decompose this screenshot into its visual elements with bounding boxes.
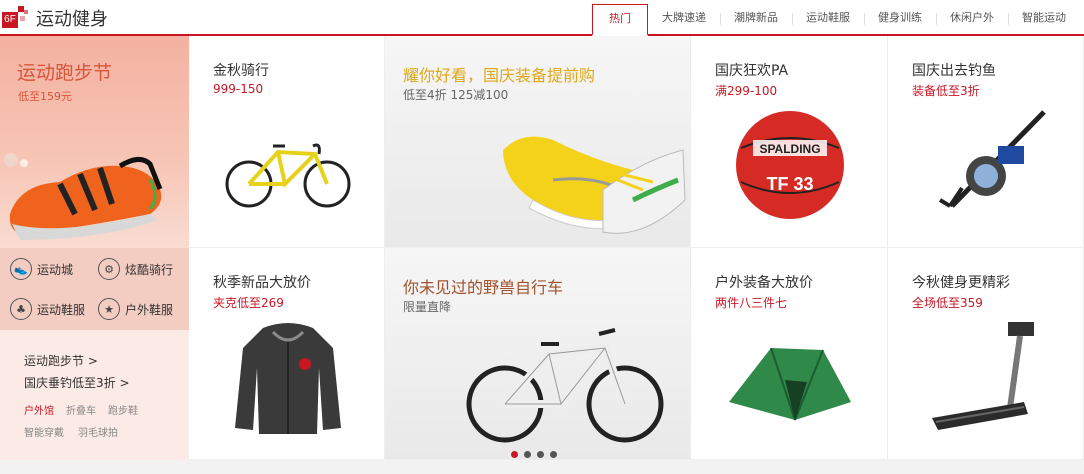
mountain-bike-image xyxy=(466,328,664,443)
category-label: 炫酷骑行 xyxy=(125,262,174,277)
floor-number: 6F xyxy=(2,12,18,28)
ball-brand: SPALDING xyxy=(759,142,820,156)
tent-image xyxy=(729,347,851,421)
keyword-folding-bike[interactable]: 折叠车 xyxy=(66,402,96,417)
floor-title: 运动健身 xyxy=(36,9,108,30)
product-cell-fishing[interactable]: 国庆出去钓鱼 装备低至3折 xyxy=(888,36,1084,248)
shirt-icon: ♣ xyxy=(10,298,32,320)
banner-subtitle: 低至159元 xyxy=(18,90,72,103)
product-cell-outdoor-gear[interactable]: 户外装备大放价 两件八三件七 xyxy=(691,248,888,460)
section-bottom-bar xyxy=(0,460,1084,474)
cell-subtitle: 低至4折 125减100 xyxy=(403,88,509,102)
banner-title: 运动跑步节 xyxy=(17,62,113,84)
category-sports-city[interactable]: 👟 运动城 xyxy=(10,258,73,280)
keyword-smart-wearable[interactable]: 智能穿戴 xyxy=(24,424,64,439)
treadmill-image xyxy=(932,322,1034,430)
tab-big-brands[interactable]: 大牌速递 xyxy=(648,4,720,34)
promo-running-festival[interactable]: 运动跑步节 > xyxy=(24,352,98,369)
hiker-icon: ★ xyxy=(98,298,120,320)
tab-sport-shoes-clothing[interactable]: 运动鞋服 xyxy=(792,4,864,34)
promo-links: 运动跑步节 > 国庆垂钓低至3折 > 户外馆 折叠车 跑步鞋 智能穿戴 羽毛球拍 xyxy=(0,330,189,460)
keyword-outdoor-hall[interactable]: 户外馆 xyxy=(24,402,54,417)
product-cell-basketball[interactable]: 国庆狂欢PA 满299-100 SPALDING TF 33 xyxy=(691,36,888,248)
cell-subtitle: 全场低至359 xyxy=(912,296,983,310)
cell-subtitle: 限量直降 xyxy=(403,300,452,314)
cell-title: 户外装备大放价 xyxy=(715,275,813,291)
tab-fitness-training[interactable]: 健身训练 xyxy=(864,4,936,34)
keyword-running-shoes[interactable]: 跑步鞋 xyxy=(108,402,138,417)
cell-title: 金秋骑行 xyxy=(213,63,269,79)
category-sports-apparel[interactable]: ♣ 运动鞋服 xyxy=(10,298,85,320)
tab-trendy-new[interactable]: 潮牌新品 xyxy=(720,4,792,34)
floor-logo: 6F xyxy=(2,6,30,28)
cell-title: 你未见过的野兽自行车 xyxy=(403,278,564,297)
basketball-image: SPALDING TF 33 xyxy=(736,111,844,219)
category-label: 运动城 xyxy=(37,262,74,277)
cell-subtitle: 夹克低至269 xyxy=(213,296,284,310)
carousel-dots[interactable] xyxy=(511,443,563,459)
product-cell-jacket[interactable]: 秋季新品大放价 夹克低至269 xyxy=(189,248,385,460)
cell-subtitle: 装备低至3折 xyxy=(912,84,980,98)
tab-hot[interactable]: 热门 xyxy=(592,4,648,36)
running-festival-banner[interactable]: 运动跑步节 低至159元 xyxy=(0,36,189,248)
cell-subtitle: 两件八三件七 xyxy=(715,296,788,310)
category-links: 👟 运动城 ⚙ 炫酷骑行 ♣ 运动鞋服 ★ 户外鞋服 xyxy=(0,248,189,330)
product-cell-treadmill[interactable]: 今秋健身更精彩 全场低至359 xyxy=(888,248,1084,460)
cell-title: 今秋健身更精彩 xyxy=(912,275,1010,291)
promo-fishing[interactable]: 国庆垂钓低至3折 > xyxy=(24,374,130,391)
category-label: 运动鞋服 xyxy=(37,302,86,317)
cell-subtitle: 999-150 xyxy=(213,82,264,96)
product-cell-national-day-gear[interactable]: 耀你好看，国庆装备提前购 低至4折 125减100 xyxy=(385,36,691,248)
left-column: 运动跑步节 低至159元 👟 运动城 ⚙ 炫酷骑行 ♣ 运动鞋服 ★ 户外鞋服 … xyxy=(0,36,189,460)
jacket-image xyxy=(235,323,341,434)
bike-icon: ⚙ xyxy=(98,258,120,280)
floor-header: 6F 运动健身 热门 大牌速递 潮牌新品 运动鞋服 健身训练 休闲户外 智能运动 xyxy=(0,0,1084,36)
cell-title: 国庆狂欢PA xyxy=(715,63,789,79)
sneakers-image xyxy=(503,136,686,234)
cell-title: 国庆出去钓鱼 xyxy=(912,63,996,79)
floor-tabs: 热门 大牌速递 潮牌新品 运动鞋服 健身训练 休闲户外 智能运动 xyxy=(592,4,1080,36)
product-cell-cycling[interactable]: 金秋骑行 999-150 xyxy=(189,36,385,248)
ball-model: TF 33 xyxy=(766,174,813,194)
running-icon: 👟 xyxy=(10,258,32,280)
category-outdoor-apparel[interactable]: ★ 户外鞋服 xyxy=(98,298,173,320)
running-shoe-image xyxy=(9,157,163,240)
cell-title: 耀你好看，国庆装备提前购 xyxy=(403,66,596,85)
keyword-badminton-racket[interactable]: 羽毛球拍 xyxy=(78,424,118,439)
road-bike-image xyxy=(225,143,351,208)
cell-subtitle: 满299-100 xyxy=(715,84,778,98)
tab-smart-sports[interactable]: 智能运动 xyxy=(1008,4,1080,34)
category-cool-cycling[interactable]: ⚙ 炫酷骑行 xyxy=(98,258,173,280)
product-cell-beast-bike[interactable]: 你未见过的野兽自行车 限量直降 xyxy=(385,248,691,460)
tab-leisure-outdoor[interactable]: 休闲户外 xyxy=(936,4,1008,34)
category-label: 户外鞋服 xyxy=(125,302,174,317)
fishing-reel-image xyxy=(938,110,1046,208)
cell-title: 秋季新品大放价 xyxy=(213,275,311,291)
